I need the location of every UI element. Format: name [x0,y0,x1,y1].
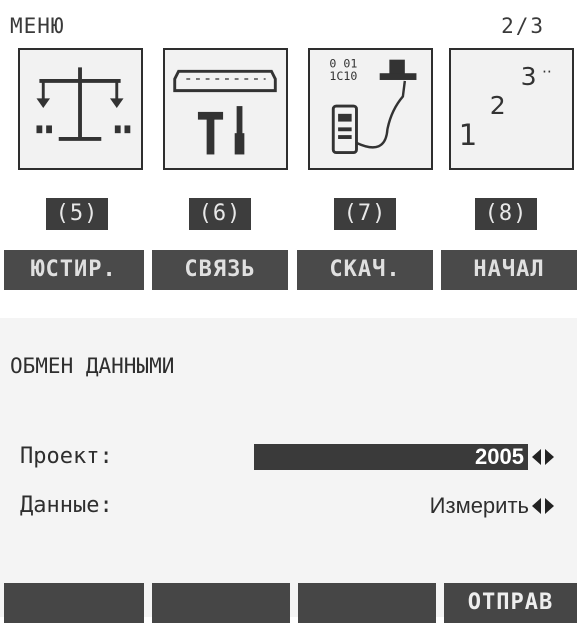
left-right-arrows-icon[interactable] [530,446,556,468]
tile-number-5: (5) [46,198,108,230]
tile-number-7: (7) [334,198,396,230]
project-selector[interactable]: 2005 [254,444,528,470]
digit-2: 2 [490,91,506,120]
send-button[interactable]: ОТПРАВ [444,583,577,623]
tools-icon [173,69,277,155]
softkey-initialize[interactable]: НАЧАЛ [441,250,577,290]
page-title: ОБМЕН ДАННЫМИ [10,354,175,378]
project-label: Проект: [20,444,113,469]
tile-download[interactable]: 0 01 1C10 [308,48,433,170]
data-type-selector[interactable]: Измерить [430,493,529,519]
menu-title: МЕНЮ [10,14,65,38]
data-label: Данные: [20,493,113,518]
softkey-1[interactable] [4,583,144,623]
data-exchange-screen: ОБМЕН ДАННЫМИ Проект: 2005 Данные: Измер… [0,318,577,623]
digit-3: 3 [521,62,537,91]
page-indicator: 2/3 [501,14,545,38]
tile-communication[interactable] [163,48,288,170]
left-right-arrows-icon[interactable] [530,495,556,517]
softkey-download[interactable]: СКАЧ. [297,250,433,290]
tile-initialize[interactable]: 1 2 3 ·· [449,48,574,170]
softkey-adjust[interactable]: ЮСТИР. [4,250,144,290]
data-transfer-icon: 0 01 1C10 [329,56,417,154]
softkey-communication[interactable]: СВЯЗЬ [152,250,288,290]
tile-number-8: (8) [475,198,537,230]
softkey-2[interactable] [152,583,290,623]
initialize-123-icon: 1 2 3 ·· [459,62,552,152]
continuation-dots: ·· [542,63,552,81]
tile-number-6: (6) [189,198,251,230]
balance-scale-icon [36,67,131,141]
menu-screen: МЕНЮ 2/3 0 01 1C10 1 2 3 ·· (5) (6) (7) … [0,0,577,310]
tile-adjust[interactable] [18,48,143,170]
digit-1: 1 [459,118,477,152]
binary-text-bottom: 1C10 [329,69,357,83]
softkey-3[interactable] [298,583,436,623]
